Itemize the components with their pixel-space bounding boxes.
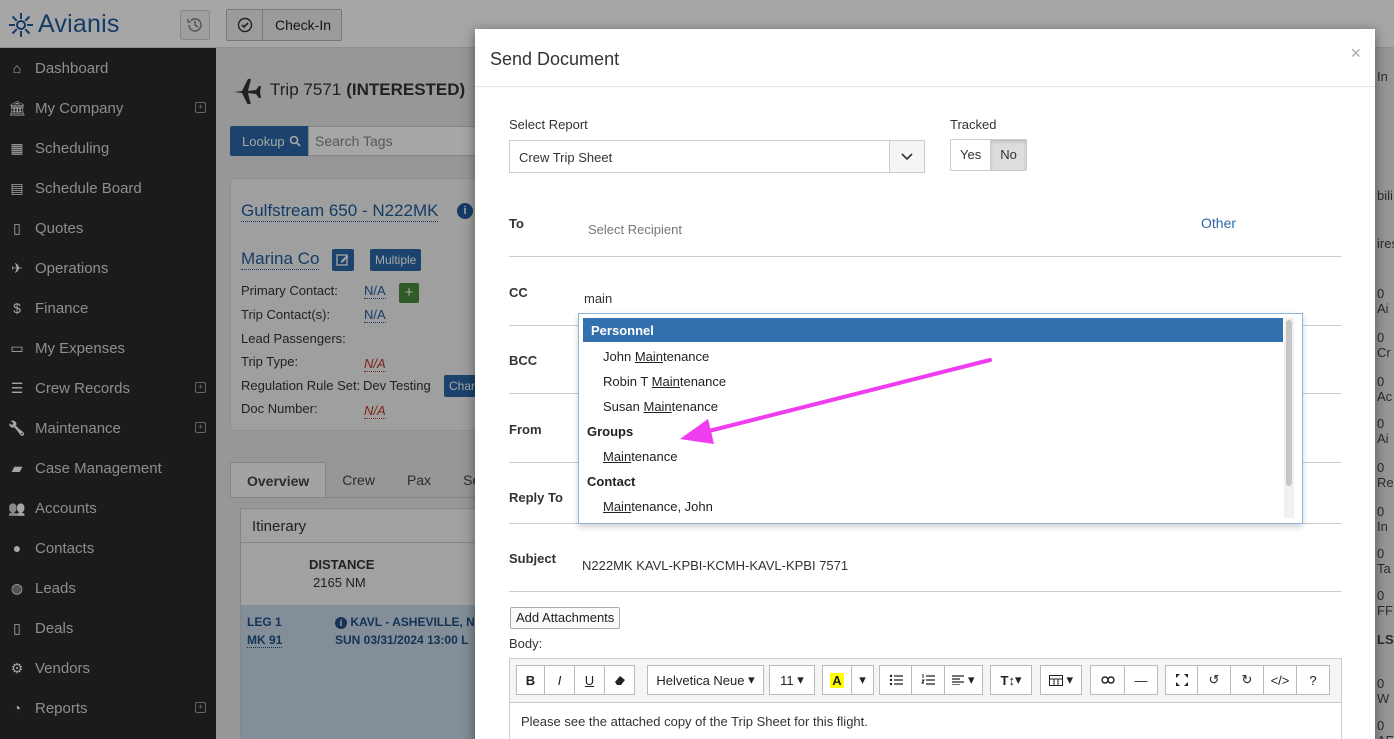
chevron-down-icon[interactable]: ▾ xyxy=(852,665,874,695)
dropdown-option[interactable]: Susan Main tenance xyxy=(579,394,1302,419)
undo-icon[interactable]: ↺ xyxy=(1198,665,1231,695)
body-text[interactable]: Please see the attached copy of the Trip… xyxy=(510,703,1341,739)
font-size-select[interactable]: 11 ▾ xyxy=(769,665,815,695)
option-text-post: tenance xyxy=(671,399,718,414)
option-text-post: tenance xyxy=(679,374,727,389)
help-icon[interactable]: ? xyxy=(1297,665,1330,695)
editor-toolbar: B I U Helvetica Neue ▾ 11 ▾ A ▾ ▾ T↕ ▾ ▾… xyxy=(510,659,1341,703)
body-editor: B I U Helvetica Neue ▾ 11 ▾ A ▾ ▾ T↕ ▾ ▾… xyxy=(509,658,1342,739)
option-text-match: Main xyxy=(603,449,632,464)
eraser-icon[interactable] xyxy=(605,665,635,695)
option-text-match: Main xyxy=(643,399,672,414)
subject-input[interactable]: N222MK KAVL-KPBI-KCMH-KAVL-KPBI 7571 xyxy=(582,558,848,573)
select-report-dropdown[interactable]: Crew Trip Sheet xyxy=(509,140,925,173)
line-height-icon[interactable]: T↕ ▾ xyxy=(990,665,1032,695)
tracked-label: Tracked xyxy=(950,117,997,132)
divider xyxy=(509,591,1341,592)
dropdown-group-contact: Contact xyxy=(587,474,636,489)
font-family-value: Helvetica Neue xyxy=(656,672,745,688)
tracked-no-button[interactable]: No xyxy=(991,139,1027,171)
dropdown-group-personnel: Personnel xyxy=(583,318,1283,342)
chevron-down-icon[interactable] xyxy=(889,141,924,172)
to-label: To xyxy=(509,216,524,231)
select-report-value: Crew Trip Sheet xyxy=(519,150,613,165)
tracked-yes-button[interactable]: Yes xyxy=(950,139,992,171)
font-size-value: 11 xyxy=(780,672,794,688)
highlight-color-button[interactable]: A xyxy=(822,665,852,695)
add-attachments-button[interactable]: Add Attachments xyxy=(510,607,621,629)
other-recipient-link[interactable]: Other xyxy=(1201,215,1236,231)
horizontal-rule-icon[interactable]: — xyxy=(1125,665,1158,695)
option-text-pre: Robin T xyxy=(603,374,652,389)
select-report-label: Select Report xyxy=(509,117,588,132)
code-view-icon[interactable]: </> xyxy=(1264,665,1297,695)
highlight-icon: A xyxy=(830,672,844,688)
option-text-post: tenance, John xyxy=(631,499,713,514)
dropdown-group-groups: Groups xyxy=(587,424,634,439)
redo-icon[interactable]: ↻ xyxy=(1231,665,1264,695)
option-text-pre: John xyxy=(603,349,635,364)
dropdown-option[interactable]: John Main tenance xyxy=(579,344,1302,369)
numbered-list-icon[interactable] xyxy=(912,665,945,695)
option-text-post: tenance xyxy=(631,449,678,464)
option-text-post: tenance xyxy=(663,349,710,364)
bcc-label: BCC xyxy=(509,353,538,368)
option-text-match: Main xyxy=(603,499,632,514)
dropdown-scrollbar[interactable] xyxy=(1286,320,1292,486)
reply-to-label: Reply To xyxy=(509,490,563,505)
option-text-match: Main xyxy=(634,349,663,364)
dropdown-option[interactable]: Robin T Main tenance xyxy=(579,369,1302,394)
bullet-list-icon[interactable] xyxy=(879,665,912,695)
close-icon[interactable]: × xyxy=(1350,43,1361,64)
modal-title: Send Document xyxy=(490,49,620,69)
cc-input[interactable]: main xyxy=(584,291,612,306)
option-text-pre: Susan xyxy=(603,399,644,414)
dropdown-option[interactable]: Main tenance, John xyxy=(579,494,1302,519)
modal-header: Send Document × xyxy=(475,29,1375,87)
underline-button[interactable]: U xyxy=(575,665,605,695)
font-family-select[interactable]: Helvetica Neue ▾ xyxy=(647,665,764,695)
send-document-modal: Send Document × Select Report Crew Trip … xyxy=(475,29,1375,739)
divider xyxy=(509,256,1341,257)
body-label: Body: xyxy=(509,636,543,651)
tracked-toggle: Yes No xyxy=(950,139,1027,171)
to-recipient-input[interactable]: Select Recipient xyxy=(588,222,682,237)
from-label: From xyxy=(509,422,542,437)
align-icon[interactable]: ▾ xyxy=(945,665,983,695)
bold-button[interactable]: B xyxy=(516,665,545,695)
option-text-match: Main xyxy=(651,374,680,389)
cc-label: CC xyxy=(509,285,528,300)
italic-button[interactable]: I xyxy=(545,665,575,695)
subject-label: Subject xyxy=(509,551,556,566)
cc-autocomplete-dropdown: Personnel John Main tenance Robin T Main ten… xyxy=(578,313,1303,524)
link-icon[interactable] xyxy=(1090,665,1125,695)
dropdown-option[interactable]: Main tenance xyxy=(579,444,1302,469)
fullscreen-icon[interactable] xyxy=(1165,665,1198,695)
table-icon[interactable]: ▾ xyxy=(1040,665,1082,695)
